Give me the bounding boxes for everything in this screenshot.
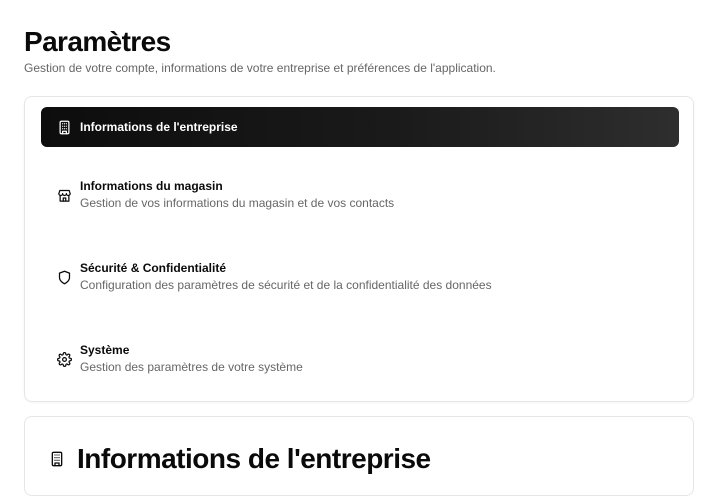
page-title: Paramètres: [24, 26, 171, 57]
section-title: Informations de l'entreprise: [77, 443, 431, 474]
nav-item-label: Système: [80, 343, 130, 357]
page-subtitle: Gestion de votre compte, informations de…: [24, 61, 496, 75]
nav-item-description: Configuration des paramètres de sécurité…: [80, 278, 492, 292]
shield-icon: [56, 269, 72, 285]
nav-item-system[interactable]: Système Gestion des paramètres de votre …: [41, 341, 679, 377]
nav-item-label: Informations de l'entreprise: [80, 119, 238, 134]
gear-icon: [56, 351, 72, 367]
nav-item-company-info[interactable]: Informations de l'entreprise: [41, 107, 679, 147]
company-info-section: Informations de l'entreprise: [24, 416, 694, 496]
nav-item-security-privacy[interactable]: Sécurité & Confidentialité Configuration…: [41, 259, 679, 295]
store-icon: [56, 187, 72, 203]
building-icon: [56, 119, 72, 135]
nav-item-label: Sécurité & Confidentialité: [80, 261, 227, 275]
nav-item-label: Informations du magasin: [80, 179, 223, 193]
building-icon: [49, 451, 67, 469]
settings-nav-card: Informations de l'entreprise Information…: [24, 96, 694, 402]
nav-item-description: Gestion des paramètres de votre système: [80, 360, 303, 374]
nav-item-store-info[interactable]: Informations du magasin Gestion de vos i…: [41, 177, 679, 213]
nav-item-description: Gestion de vos informations du magasin e…: [80, 196, 395, 210]
